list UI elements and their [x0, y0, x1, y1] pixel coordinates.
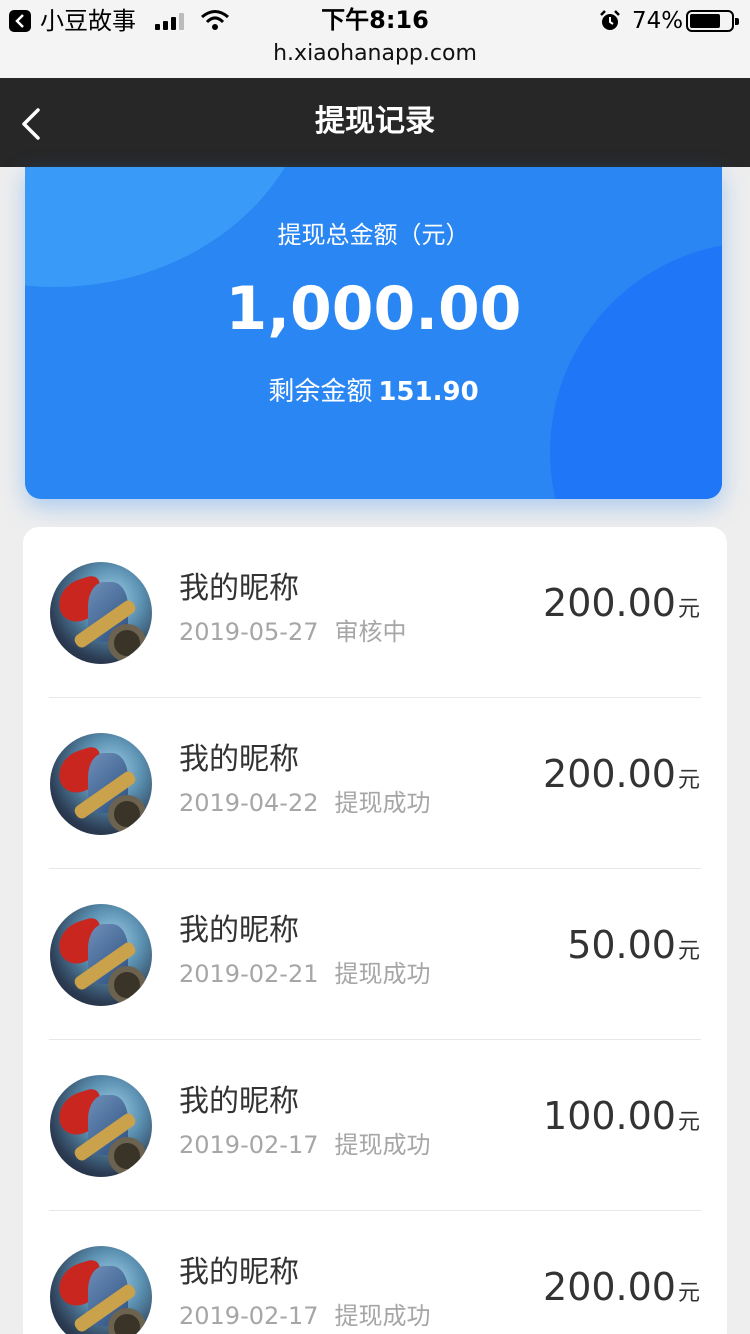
record-meta: 2019-04-22 提现成功 — [179, 786, 430, 820]
amount-unit: 元 — [677, 768, 700, 793]
record-name: 我的昵称 — [179, 913, 299, 948]
amount-value: 200.00 — [543, 581, 676, 625]
record-name: 我的昵称 — [179, 1255, 299, 1290]
amount-unit: 元 — [677, 1281, 700, 1306]
avatar — [50, 733, 152, 835]
total-label: 提现总金额（元） — [277, 221, 470, 249]
alarm-icon — [600, 10, 620, 30]
withdraw-summary-card: 提现总金额（元） 1,000.00 剩余金额 151.90 — [25, 167, 722, 499]
record-date: 2019-02-17 — [179, 1131, 319, 1159]
battery-icon — [686, 10, 739, 32]
amount-unit: 元 — [677, 597, 700, 622]
remaining-value: 151.90 — [378, 377, 479, 407]
record-amount: 100.00元 — [543, 1092, 700, 1140]
list-item[interactable]: 我的昵称 2019-02-21 提现成功 50.00元 — [23, 869, 727, 1040]
list-item[interactable]: 我的昵称 2019-02-17 提现成功 100.00元 — [23, 1040, 727, 1211]
list-item[interactable]: 我的昵称 2019-02-17 提现成功 200.00元 — [23, 1211, 727, 1334]
record-meta: 2019-02-17 提现成功 — [179, 1299, 430, 1333]
page-title: 提现记录 — [315, 104, 435, 139]
record-date: 2019-05-27 — [179, 618, 319, 646]
amount-unit: 元 — [677, 939, 700, 964]
nav-bar: 提现记录 — [0, 78, 750, 167]
record-amount: 200.00元 — [543, 579, 700, 627]
avatar — [50, 904, 152, 1006]
url-label: h.xiaohanapp.com — [273, 41, 477, 66]
record-status: 提现成功 — [334, 1131, 431, 1159]
total-amount: 1,000.00 — [225, 274, 522, 344]
record-meta: 2019-05-27 审核中 — [179, 615, 406, 649]
record-name: 我的昵称 — [179, 571, 299, 606]
status-bar: 小豆故事 下午8:16 74% h.xiaohanapp.com — [0, 0, 750, 78]
record-status: 提现成功 — [334, 789, 431, 817]
record-amount: 200.00元 — [543, 750, 700, 798]
amount-value: 200.00 — [543, 752, 676, 796]
amount-unit: 元 — [677, 1110, 700, 1135]
record-name: 我的昵称 — [179, 742, 299, 777]
record-status: 提现成功 — [334, 1302, 431, 1330]
remaining-label: 剩余金额 — [268, 377, 373, 407]
status-bar-row: 小豆故事 下午8:16 74% — [0, 0, 750, 40]
battery-percent: 74% — [632, 8, 684, 34]
record-amount: 50.00元 — [567, 921, 700, 969]
record-status: 提现成功 — [334, 960, 431, 988]
record-meta: 2019-02-17 提现成功 — [179, 1128, 430, 1162]
avatar — [50, 562, 152, 664]
remaining-balance: 剩余金额 151.90 — [25, 375, 722, 409]
record-date: 2019-02-17 — [179, 1302, 319, 1330]
record-date: 2019-02-21 — [179, 960, 319, 988]
withdraw-record-list: 我的昵称 2019-05-27 审核中 200.00元 我的昵称 2019-04-… — [23, 527, 727, 1334]
list-item[interactable]: 我的昵称 2019-05-27 审核中 200.00元 — [23, 527, 727, 698]
list-item[interactable]: 我的昵称 2019-04-22 提现成功 200.00元 — [23, 698, 727, 869]
avatar — [50, 1075, 152, 1177]
record-amount: 200.00元 — [543, 1263, 700, 1311]
record-name: 我的昵称 — [179, 1084, 299, 1119]
record-meta: 2019-02-21 提现成功 — [179, 957, 430, 991]
amount-value: 100.00 — [543, 1094, 676, 1138]
record-status: 审核中 — [334, 618, 407, 646]
amount-value: 50.00 — [567, 923, 676, 967]
amount-value: 200.00 — [543, 1265, 676, 1309]
avatar — [50, 1246, 152, 1334]
record-date: 2019-04-22 — [179, 789, 319, 817]
